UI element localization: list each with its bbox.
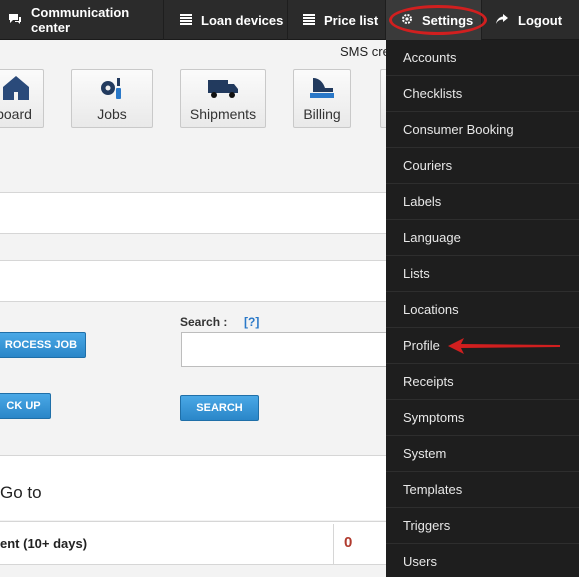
white-panel-band <box>0 193 386 233</box>
nav-logout-label: Logout <box>518 12 563 28</box>
tile-billing[interactable]: Billing <box>293 69 351 128</box>
search-label: Search : <box>180 315 228 329</box>
menu-item-symptoms[interactable]: Symptoms <box>386 400 579 436</box>
search-help-link[interactable]: [?] <box>244 315 259 329</box>
chat-icon <box>8 13 22 28</box>
process-job-button[interactable]: ROCESS JOB <box>0 332 86 358</box>
divider <box>0 301 386 302</box>
nav-loan-devices[interactable]: Loan devices <box>164 0 288 40</box>
tile-billing-label: Billing <box>303 106 341 122</box>
divider <box>0 233 386 234</box>
nav-settings[interactable]: Settings <box>386 0 482 40</box>
search-button[interactable]: SEARCH <box>180 395 259 421</box>
cash-register-icon <box>294 70 350 100</box>
home-icon <box>0 70 43 100</box>
column-divider <box>333 524 334 564</box>
menu-item-checklists[interactable]: Checklists <box>386 76 579 112</box>
menu-item-couriers[interactable]: Couriers <box>386 148 579 184</box>
nav-settings-label: Settings <box>422 12 474 28</box>
tile-dashboard[interactable]: board <box>0 69 44 128</box>
menu-item-language[interactable]: Language <box>386 220 579 256</box>
list-icon <box>303 13 315 28</box>
main-content: SMS cre board Jobs Shipments Billing ROC… <box>0 41 386 577</box>
nav-communication-center-label: Communication center <box>31 5 130 35</box>
nav-logout[interactable]: Logout <box>482 0 579 40</box>
menu-item-templates[interactable]: Templates <box>386 472 579 508</box>
menu-item-accounts[interactable]: Accounts <box>386 40 579 76</box>
summary-row-label[interactable]: ent (10+ days) <box>0 536 87 551</box>
summary-row-count[interactable]: 0 <box>344 534 352 551</box>
menu-item-labels[interactable]: Labels <box>386 184 579 220</box>
menu-item-triggers[interactable]: Triggers <box>386 508 579 544</box>
top-navigation: Communication center Loan devices Price … <box>0 0 579 40</box>
goto-title: Go to <box>0 483 42 502</box>
gear-icon <box>401 13 413 28</box>
menu-item-users[interactable]: Users <box>386 544 579 577</box>
tile-jobs-label: Jobs <box>97 106 127 122</box>
nav-communication-center[interactable]: Communication center <box>0 0 164 40</box>
settings-dropdown-menu: Accounts Checklists Consumer Booking Cou… <box>386 40 579 577</box>
menu-item-system[interactable]: System <box>386 436 579 472</box>
menu-item-lists[interactable]: Lists <box>386 256 579 292</box>
menu-item-receipts[interactable]: Receipts <box>386 364 579 400</box>
menu-item-locations[interactable]: Locations <box>386 292 579 328</box>
tile-shipments-label: Shipments <box>189 106 257 122</box>
gears-icon <box>72 70 152 100</box>
menu-item-consumer-booking[interactable]: Consumer Booking <box>386 112 579 148</box>
goto-panel <box>0 456 386 520</box>
list-icon <box>180 13 192 28</box>
share-arrow-icon <box>495 13 509 28</box>
tile-jobs[interactable]: Jobs <box>71 69 153 128</box>
tile-shipments[interactable]: Shipments <box>180 69 266 128</box>
nav-price-list-label: Price list <box>324 12 379 28</box>
nav-price-list[interactable]: Price list <box>288 0 386 40</box>
tile-dashboard-label: board <box>0 106 32 122</box>
white-panel-band <box>0 261 386 301</box>
search-input[interactable] <box>181 332 386 367</box>
pick-up-button[interactable]: CK UP <box>0 393 51 419</box>
sms-credit-text: SMS cre <box>340 44 386 59</box>
divider <box>0 564 386 565</box>
truck-icon <box>181 70 265 100</box>
menu-item-profile[interactable]: Profile <box>386 328 579 364</box>
nav-loan-devices-label: Loan devices <box>201 12 284 28</box>
